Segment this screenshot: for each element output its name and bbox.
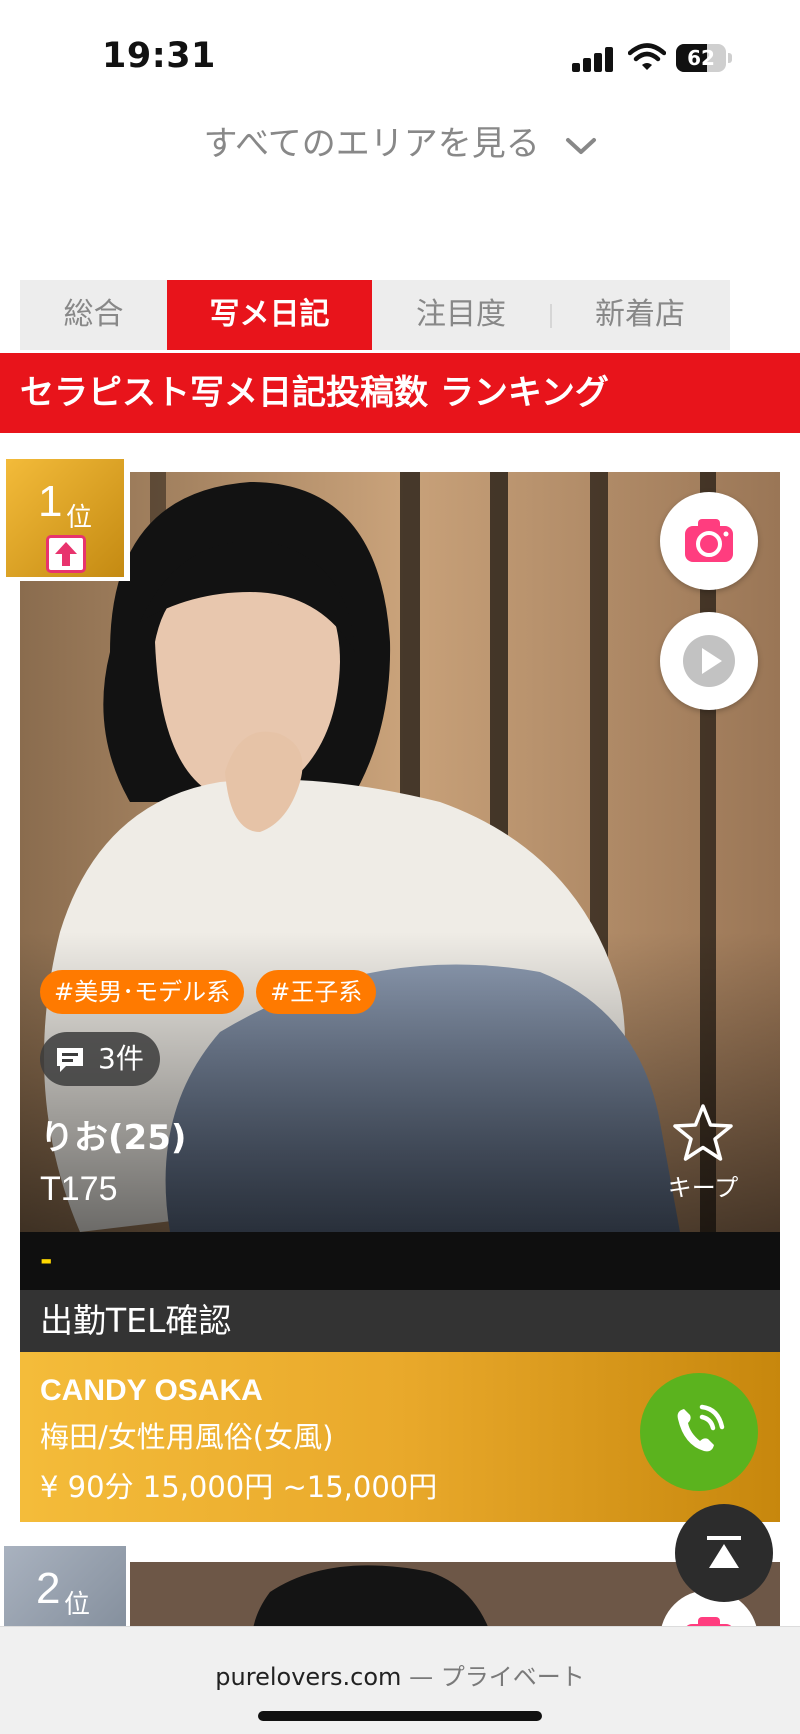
- status-time: 19:31: [102, 36, 216, 76]
- tag-chip[interactable]: #王子系: [256, 970, 377, 1014]
- video-button[interactable]: [660, 612, 758, 710]
- rank-unit: 位: [66, 503, 93, 533]
- url-separator: —: [401, 1663, 441, 1691]
- rank-badge: 1 位: [4, 457, 130, 581]
- tab-overall[interactable]: 総合: [20, 280, 167, 350]
- home-indicator[interactable]: [258, 1711, 542, 1721]
- shop-area: 梅田/女性用風俗(女風): [40, 1420, 334, 1454]
- photo-diary-button[interactable]: [660, 492, 758, 590]
- schedule-status: -: [20, 1232, 780, 1290]
- battery-icon: 62: [676, 44, 732, 72]
- tag-chip[interactable]: #美男･モデル系: [40, 970, 245, 1014]
- price-info: ¥ 90分 15,000円 ~15,000円: [40, 1470, 438, 1504]
- battery-level: 62: [687, 46, 715, 70]
- tag-list: #美男･モデル系 #王子系: [40, 970, 377, 1014]
- url-domain: purelovers.com: [215, 1663, 402, 1691]
- therapist-card[interactable]: #美男･モデル系 #王子系 3件 りお(25) T175 キープ: [20, 472, 780, 1232]
- tab-attention[interactable]: 注目度: [372, 280, 550, 350]
- up-arrow-icon: [46, 535, 86, 573]
- all-areas-link[interactable]: すべてのエリアを見る: [0, 116, 800, 165]
- star-icon: [673, 1104, 733, 1161]
- work-info: 出勤TEL確認: [20, 1290, 780, 1352]
- cellular-signal-icon: [572, 46, 616, 72]
- chevron-down-icon: [565, 137, 596, 154]
- ranking-title: セラピスト写メ日記投稿数 ランキング: [0, 353, 800, 433]
- url-display[interactable]: purelovers.com — プライベート: [0, 1657, 800, 1692]
- scroll-top-icon: [707, 1536, 741, 1568]
- therapist-height: T175: [40, 1170, 118, 1208]
- browser-address-bar[interactable]: purelovers.com — プライベート: [0, 1626, 800, 1734]
- rank-number: 1: [38, 477, 63, 526]
- rank-number: 2: [36, 1564, 61, 1613]
- comment-count-label: 3件: [98, 1042, 144, 1075]
- status-bar: 19:31 62: [0, 0, 800, 100]
- scroll-to-top-button[interactable]: [675, 1504, 773, 1602]
- play-icon: [683, 635, 735, 687]
- tab-new-shops[interactable]: 新着店: [550, 280, 730, 350]
- comment-count[interactable]: 3件: [40, 1032, 160, 1086]
- camera-icon: [685, 519, 733, 562]
- keep-label: キープ: [667, 1174, 739, 1202]
- wifi-icon: [628, 43, 666, 70]
- therapist-name: りお(25): [40, 1118, 187, 1158]
- private-mode-label: プライベート: [440, 1663, 585, 1691]
- shop-name: CANDY OSAKA: [40, 1374, 263, 1407]
- rank-unit: 位: [64, 1590, 91, 1620]
- call-button[interactable]: [640, 1373, 758, 1491]
- tab-photo-diary[interactable]: 写メ日記: [167, 280, 372, 350]
- comment-icon: [57, 1048, 83, 1072]
- phone-icon: [677, 1404, 725, 1452]
- keep-button[interactable]: キープ: [660, 1102, 746, 1203]
- all-areas-label: すべてのエリアを見る: [203, 124, 540, 164]
- ranking-tabs: 総合 写メ日記 注目度 新着店: [20, 280, 730, 350]
